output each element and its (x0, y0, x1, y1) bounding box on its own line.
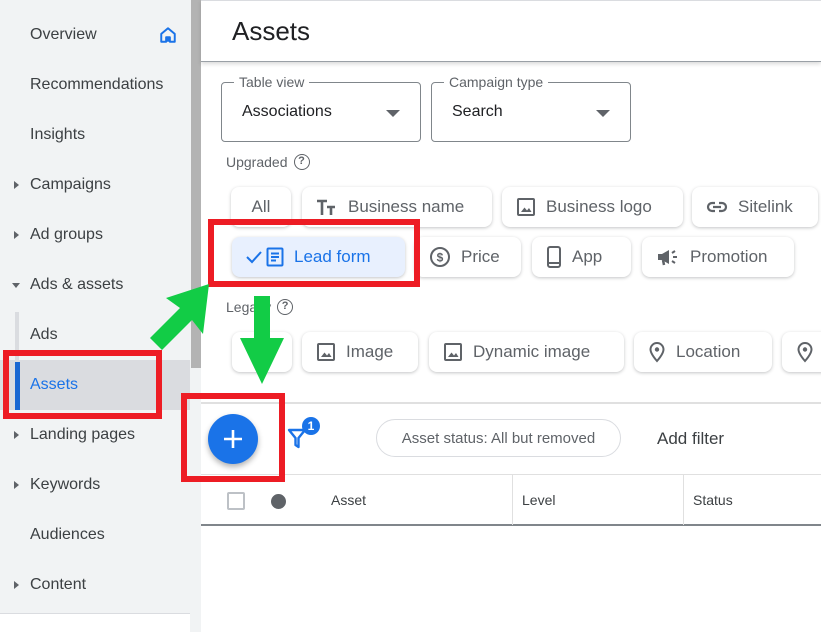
caret-down-icon (12, 283, 20, 288)
image-icon (317, 343, 335, 361)
sidebar-item-keywords[interactable]: Keywords (0, 460, 190, 510)
caret-right-icon (14, 231, 19, 239)
caret-right-icon (14, 581, 19, 589)
chip-location[interactable]: Location (634, 332, 772, 372)
filter-count-badge: 1 (302, 417, 320, 435)
sidebar-item-insights[interactable]: Insights (0, 110, 190, 160)
sidebar-item-label: Content (30, 576, 87, 593)
sidebar-item-label: Recommendations (30, 76, 164, 93)
sidebar-item-label: Ads (30, 326, 58, 343)
column-header-asset[interactable]: Asset (331, 492, 366, 508)
page-header: Assets (201, 0, 821, 62)
dropdown-arrow-icon (386, 110, 400, 117)
column-header-status[interactable]: Status (693, 492, 733, 508)
caret-right-icon (14, 181, 19, 189)
phone-icon (547, 246, 561, 268)
annotation-box-lead-form (208, 219, 420, 287)
sidebar-item-label: Audiences (30, 526, 105, 543)
chip-business-logo[interactable]: Business logo (502, 187, 683, 227)
sidebar-item-recommendations[interactable]: Recommendations (0, 60, 190, 110)
chip-label: Price (461, 247, 500, 266)
sidebar-item-label: Ad groups (30, 226, 103, 243)
sidebar-item-campaigns[interactable]: Campaigns (0, 160, 190, 210)
sidebar-item-content[interactable]: Content (0, 560, 190, 610)
column-divider[interactable] (683, 475, 684, 525)
sidebar-footer (0, 613, 190, 632)
page-title: Assets (232, 16, 311, 46)
help-icon[interactable]: ? (293, 154, 310, 170)
chip-sitelink[interactable]: Sitelink (692, 187, 818, 227)
asset-status-filter-label: Asset status: All but removed (401, 429, 596, 447)
chip-app[interactable]: App (532, 237, 631, 277)
chip-image[interactable]: Image (302, 332, 418, 372)
image-icon (444, 343, 462, 361)
chip-label: Image (346, 342, 394, 361)
asset-status-filter-chip[interactable]: Asset status: All but removed (376, 419, 621, 457)
chip-price[interactable]: $ Price (415, 237, 521, 277)
column-divider[interactable] (512, 475, 513, 525)
sidebar-item-label: Landing pages (30, 426, 135, 443)
annotation-arrow-up-right (150, 284, 209, 350)
upgraded-section-label: Upgraded ? (226, 154, 310, 170)
chip-dynamic-image[interactable]: Dynamic image (429, 332, 624, 372)
toolbar-divider (201, 402, 821, 404)
caret-right-icon (14, 481, 19, 489)
main-content: Assets Table view Associations Campaign … (201, 0, 821, 632)
campaign-type-label: Campaign type (444, 74, 549, 90)
dollar-icon: $ (430, 247, 450, 267)
table-view-label: Table view (234, 74, 310, 90)
chip-label: Dynamic image (473, 342, 591, 361)
sidebar-item-label: Insights (30, 126, 86, 143)
app-root: Overview Recommendations Insights Campai… (0, 0, 821, 632)
location-pin-icon (649, 341, 665, 363)
megaphone-icon (658, 250, 677, 266)
add-filter-button[interactable]: Add filter (657, 429, 724, 449)
chip-label: Sitelink (738, 197, 793, 216)
dropdown-arrow-icon (596, 110, 610, 117)
sidebar-item-audiences[interactable]: Audiences (0, 510, 190, 560)
sidebar-item-label: Campaigns (30, 176, 111, 193)
image-icon (517, 198, 535, 216)
location-pin-icon (797, 341, 813, 363)
chip-label: All (251, 197, 271, 216)
campaign-type-select[interactable]: Campaign type Search (431, 74, 631, 142)
sidebar-item-label: Keywords (30, 476, 101, 493)
table-view-value: Associations (242, 103, 332, 120)
chip-label: Business name (348, 197, 465, 216)
chip-label: Promotion (690, 247, 768, 266)
sidebar-item-label: Overview (30, 26, 97, 43)
table-header-row: Asset Level Status (201, 474, 821, 526)
text-format-icon (317, 199, 335, 215)
annotation-box-assets (3, 350, 162, 419)
annotation-arrow-down (240, 296, 284, 384)
sidebar-item-label: Ads & assets (30, 276, 124, 293)
column-header-level[interactable]: Level (522, 492, 555, 508)
home-icon (160, 27, 176, 43)
upgraded-label: Upgraded (226, 154, 288, 170)
table-view-select[interactable]: Table view Associations (221, 74, 421, 142)
link-icon (706, 201, 728, 213)
chip-promotion[interactable]: Promotion (642, 237, 794, 277)
annotation-box-add-button (181, 393, 285, 482)
caret-right-icon (14, 431, 19, 439)
chip-label: Business logo (546, 197, 652, 216)
chip-label: Location (676, 342, 741, 361)
status-dot-icon (271, 494, 286, 509)
campaign-type-value: Search (452, 103, 503, 120)
chip-label: App (572, 247, 603, 266)
sidebar-item-ad-groups[interactable]: Ad groups (0, 210, 190, 260)
svg-text:$: $ (437, 251, 444, 265)
chip-legacy-location-2[interactable] (782, 332, 821, 372)
select-all-checkbox[interactable] (227, 492, 245, 510)
